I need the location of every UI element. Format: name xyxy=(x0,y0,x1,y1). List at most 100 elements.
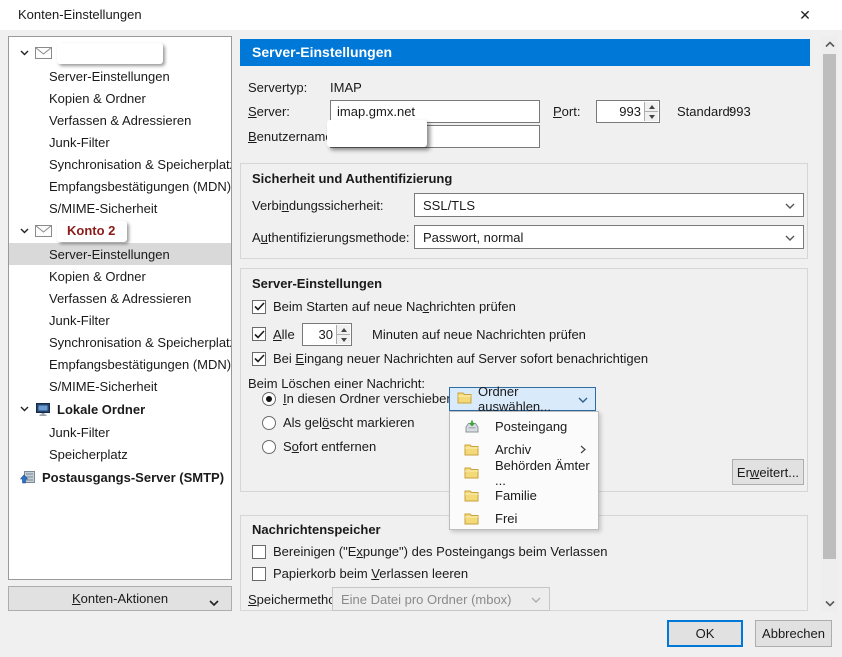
folder-icon xyxy=(463,511,480,526)
chevron-down-icon xyxy=(785,230,795,245)
folder-icon xyxy=(463,442,480,457)
folder-picker-button[interactable]: Ordner auswählen... xyxy=(449,387,596,411)
chevron-down-icon[interactable] xyxy=(19,404,29,414)
connection-security-select[interactable]: SSL/TLS xyxy=(414,193,804,217)
folder-icon xyxy=(457,391,472,407)
username-label: Benutzername: xyxy=(248,129,336,144)
account-settings-dialog: { "window": { "title": "Konten-Einstellu… xyxy=(0,0,842,657)
scrollbar-thumb[interactable] xyxy=(823,54,836,559)
servertype-value: IMAP xyxy=(330,80,362,95)
account-tree: Server-Einstellungen Kopien & Ordner Ver… xyxy=(8,36,232,580)
sidebar-item-smtp[interactable]: Postausgangs-Server (SMTP) xyxy=(9,465,231,489)
checkbox-checked-icon[interactable] xyxy=(252,352,266,366)
checkbox-checked-icon[interactable] xyxy=(252,300,266,314)
panel-header: Server-Einstellungen xyxy=(240,39,810,66)
sidebar-item-sync-2[interactable]: Synchronisation & Speicherplatz xyxy=(9,331,231,353)
inbox-icon xyxy=(463,419,480,434)
sidebar-item-server-settings-1[interactable]: Server-Einstellungen xyxy=(9,65,231,87)
radio-icon[interactable] xyxy=(262,440,276,454)
scroll-up-icon[interactable] xyxy=(821,36,838,53)
account-row-2[interactable]: Konto 2 xyxy=(9,219,231,243)
menu-item-posteingang[interactable]: Posteingang xyxy=(450,415,598,438)
expunge-row[interactable]: Bereinigen ("Expunge") des Posteingangs … xyxy=(252,544,607,559)
sidebar-item-server-settings-2[interactable]: Server-Einstellungen xyxy=(9,243,231,265)
server-settings-title: Server-Einstellungen xyxy=(252,276,382,291)
server-settings-panel: Server-Einstellungen Servertyp: IMAP Ser… xyxy=(240,36,810,612)
port-input[interactable]: 993 xyxy=(596,100,660,123)
minutes-input[interactable]: 30 xyxy=(302,323,352,346)
auth-method-label: Authentifizierungsmethode: xyxy=(252,230,410,245)
cancel-button[interactable]: Abbrechen xyxy=(755,620,832,647)
minutes-suffix-label: Minuten auf neue Nachrichten prüfen xyxy=(372,327,586,342)
titlebar: Konten-Einstellungen ✕ xyxy=(0,0,842,30)
submenu-arrow-icon xyxy=(580,442,586,457)
storage-method-select: Eine Datei pro Ordner (mbox) xyxy=(332,587,550,611)
radio-move-to-folder[interactable]: In diesen Ordner verschieben: xyxy=(262,391,457,406)
empty-trash-row[interactable]: Papierkorb beim Verlassen leeren xyxy=(252,566,468,581)
sidebar-item-copies-folders-1[interactable]: Kopien & Ordner xyxy=(9,87,231,109)
redacted-account-name xyxy=(57,43,163,64)
sidebar-item-diskspace-local[interactable]: Speicherplatz xyxy=(9,443,231,465)
sidebar-item-junk-2[interactable]: Junk-Filter xyxy=(9,309,231,331)
on-delete-label: Beim Löschen einer Nachricht: xyxy=(248,376,425,391)
envelope-icon xyxy=(34,224,52,238)
checkbox-unchecked-icon[interactable] xyxy=(252,567,266,581)
server-label: Server: xyxy=(248,104,290,119)
check-interval-row[interactable]: Alle xyxy=(252,322,295,346)
chevron-down-icon[interactable] xyxy=(19,48,29,58)
account-row-1[interactable] xyxy=(9,41,231,65)
folder-icon xyxy=(463,465,480,480)
sidebar-item-composition-1[interactable]: Verfassen & Adressieren xyxy=(9,109,231,131)
redacted-username xyxy=(327,120,427,147)
sidebar-item-smime-2[interactable]: S/MIME-Sicherheit xyxy=(9,375,231,397)
account-actions-button[interactable]: Konten-Aktionen xyxy=(8,586,232,611)
sidebar-item-junk-local[interactable]: Junk-Filter xyxy=(9,421,231,443)
folder-icon xyxy=(463,488,480,503)
menu-item-frei[interactable]: Frei xyxy=(450,507,598,530)
sidebar-item-composition-2[interactable]: Verfassen & Adressieren xyxy=(9,287,231,309)
advanced-button[interactable]: Erweitert... xyxy=(732,459,804,485)
spin-down-icon[interactable] xyxy=(645,112,658,121)
sidebar-item-copies-folders-2[interactable]: Kopien & Ordner xyxy=(9,265,231,287)
check-on-start-row[interactable]: Beim Starten auf neue Nachrichten prüfen xyxy=(252,299,516,314)
sidebar-item-mdn-1[interactable]: Empfangsbestätigungen (MDN) xyxy=(9,175,231,197)
local-folders-icon xyxy=(34,402,52,416)
sidebar-item-smime-1[interactable]: S/MIME-Sicherheit xyxy=(9,197,231,219)
spin-up-icon[interactable] xyxy=(645,102,658,112)
connection-security-label: Verbindungssicherheit: xyxy=(252,198,384,213)
chevron-down-icon xyxy=(578,392,588,407)
window-title: Konten-Einstellungen xyxy=(18,7,142,22)
servertype-label: Servertyp: xyxy=(248,80,307,95)
sidebar-item-local-folders[interactable]: Lokale Ordner xyxy=(9,397,231,421)
message-storage-title: Nachrichtenspeicher xyxy=(252,522,381,537)
close-icon[interactable]: ✕ xyxy=(793,4,817,26)
chevron-down-icon xyxy=(785,198,795,213)
minutes-spinner[interactable] xyxy=(336,325,350,344)
checkbox-unchecked-icon[interactable] xyxy=(252,545,266,559)
port-spinner[interactable] xyxy=(644,102,658,121)
chevron-down-icon[interactable] xyxy=(19,226,29,236)
sidebar-item-sync-1[interactable]: Synchronisation & Speicherplatz xyxy=(9,153,231,175)
sidebar-item-junk-1[interactable]: Junk-Filter xyxy=(9,131,231,153)
radio-selected-icon[interactable] xyxy=(262,392,276,406)
standard-label: Standard: xyxy=(677,104,733,119)
main-scrollbar[interactable] xyxy=(821,36,838,612)
spin-down-icon[interactable] xyxy=(337,335,350,344)
radio-mark-deleted[interactable]: Als gelöscht markieren xyxy=(262,415,415,430)
sidebar-item-mdn-2[interactable]: Empfangsbestätigungen (MDN) xyxy=(9,353,231,375)
menu-item-behoerden-aemter[interactable]: Behörden Ämter ... xyxy=(450,461,598,484)
ok-button[interactable]: OK xyxy=(667,620,743,647)
chevron-down-icon xyxy=(209,595,219,610)
auth-method-select[interactable]: Passwort, normal xyxy=(414,225,804,249)
port-label: Port: xyxy=(553,104,580,119)
envelope-icon xyxy=(34,46,52,60)
checkbox-checked-icon[interactable] xyxy=(252,327,266,341)
spin-up-icon[interactable] xyxy=(337,325,350,335)
radio-remove-immediately[interactable]: Sofort entfernen xyxy=(262,439,376,454)
radio-icon[interactable] xyxy=(262,416,276,430)
chevron-down-icon xyxy=(531,592,541,607)
notify-row[interactable]: Bei Eingang neuer Nachrichten auf Server… xyxy=(252,351,648,366)
account-actions-label: Konten-Aktionen xyxy=(72,591,168,606)
scroll-down-icon[interactable] xyxy=(821,595,838,612)
standard-value: 993 xyxy=(729,104,751,119)
